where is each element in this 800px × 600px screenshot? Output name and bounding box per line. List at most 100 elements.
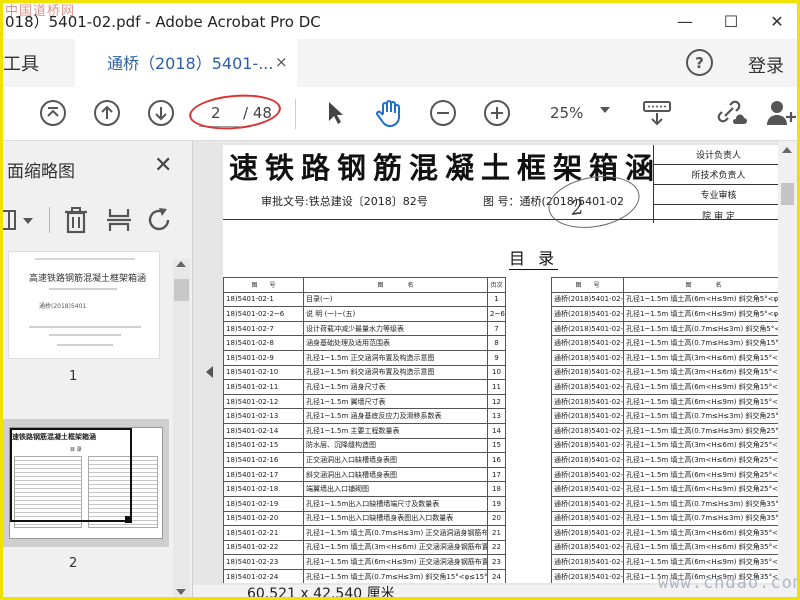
table-cell: 孔径1~1.5m 填土高(3m<H≤6m) 斜交角25°<φ≤35°涵洞涵身 bbox=[623, 452, 783, 468]
doc-rule bbox=[223, 219, 783, 220]
hand-tool-button[interactable] bbox=[373, 97, 405, 129]
tab-document[interactable]: 通桥（2018）5401-... bbox=[75, 39, 297, 87]
thumb-viewport-box[interactable] bbox=[10, 428, 132, 522]
table-cell: 孔径1~1.5m 填土高(0.7m≤H≤3m) 斜交角35°<φ≤45°涵洞涵身 bbox=[623, 510, 783, 527]
table-row: 18)5401-02-15 防水层、沉降缝构造图 15 bbox=[223, 437, 506, 454]
extract-pages-icon[interactable] bbox=[104, 205, 134, 235]
table-cell: 防水层、沉降缝构造图 bbox=[303, 437, 488, 454]
table-row: 通桥(2018)5401-02-32孔径1~1.5m 填土高(3m<H≤6m) … bbox=[551, 349, 783, 366]
panel-scrollbar[interactable] bbox=[173, 259, 190, 597]
options-dropdown-icon[interactable] bbox=[3, 205, 43, 235]
close-button[interactable]: ✕ bbox=[757, 7, 797, 35]
page-thumbnail-2[interactable]: 速铁路钢筋混凝土框架箱涵 目 录 bbox=[9, 427, 163, 539]
table-cell: 通桥(2018)5401-02-41 bbox=[551, 481, 624, 497]
share-link-button[interactable] bbox=[715, 97, 747, 129]
table-cell: 通桥(2018)5401-02-33 bbox=[551, 364, 624, 381]
table-row: 通桥(2018)5401-02-41孔径1~1.5m 填土高(6m<H≤9m) … bbox=[551, 481, 783, 497]
table-cell: 13 bbox=[487, 408, 506, 424]
zoom-out-button[interactable] bbox=[427, 97, 459, 129]
window-title: 018）5401-02.pdf - Adobe Acrobat Pro DC bbox=[5, 13, 321, 31]
trash-icon[interactable] bbox=[61, 205, 91, 235]
page-thumbnail-1[interactable]: 高速铁路钢筋混凝土框架箱涵 通桥(2018)5401 bbox=[8, 251, 160, 359]
toolbar-divider bbox=[295, 99, 296, 129]
table-cell: 正交涵洞出入口缺槽墙身表图 bbox=[303, 452, 488, 468]
table-row: 通桥(2018)5401-02-28孔径1~1.5m 填土高(6m<H≤9m) … bbox=[551, 291, 783, 308]
collapse-panel-icon[interactable] bbox=[206, 366, 213, 378]
table-row: 通桥(2018)5401-02-30孔径1~1.5m 填土高(0.7m≤H≤3m… bbox=[551, 320, 783, 337]
table-cell: 18)5401-02-8 bbox=[223, 335, 304, 351]
table-cell: 通桥(2018)5401-02-47 bbox=[551, 568, 624, 583]
table-cell: 斜交涵洞出入口缺槽墙身表图 bbox=[303, 466, 488, 483]
table-cell: 18)5401-02-15 bbox=[223, 437, 304, 454]
zoom-select[interactable]: 25% bbox=[540, 101, 616, 127]
first-page-button[interactable] bbox=[37, 97, 69, 129]
table-cell: 14 bbox=[487, 422, 506, 439]
chevron-down-icon[interactable] bbox=[600, 107, 610, 113]
table-row: 18)5401-02-10 孔径1~1.5m 斜交涵洞布置及构造示意图 10 bbox=[223, 364, 506, 381]
table-cell: 17 bbox=[487, 466, 506, 483]
table-cell: 说 明 (一)~(五) bbox=[303, 306, 488, 322]
document-scrollbar[interactable] bbox=[778, 141, 797, 585]
table-cell: 18)5401-02-13 bbox=[223, 408, 304, 424]
tab-close-icon[interactable]: × bbox=[275, 53, 288, 71]
table-cell: 22 bbox=[487, 539, 506, 556]
table-row: 18)5401-02-20 孔径1~1.5m出入口缺槽墙身表图出入口数量表 20 bbox=[223, 510, 506, 527]
panel-scroll-thumb[interactable] bbox=[174, 279, 189, 301]
table-cell: 设计荷载冲减少最量水力等级表 bbox=[303, 320, 488, 337]
table-cell: 孔径1~1.5m 正交涵洞布置及构造示意图 bbox=[303, 349, 488, 366]
table-cell: 18)5401-02-11 bbox=[223, 379, 304, 395]
table-row: 18)5401-02-24 孔径1~1.5m 填土高(0.7m≤H≤3m) 斜交角… bbox=[223, 568, 506, 583]
maximize-button[interactable]: ☐ bbox=[711, 7, 751, 35]
table-cell: 19 bbox=[487, 495, 506, 512]
zoom-in-button[interactable] bbox=[481, 97, 513, 129]
table-cell: 7 bbox=[487, 320, 506, 337]
table-cell: 通桥(2018)5401-02-34 bbox=[551, 379, 624, 395]
document-viewer[interactable]: 速铁路钢筋混凝土框架箱涵 审批文号:铁总建设〔2018〕82号 图 号：通桥(2… bbox=[193, 141, 797, 597]
scroll-up-icon[interactable] bbox=[782, 147, 792, 153]
table-row: 18)5401-02-18 端翼墙出入口铺砌图 18 bbox=[223, 481, 506, 497]
tab-bar: 工具 通桥（2018）5401-... × ? 登录 bbox=[3, 39, 797, 87]
table-cell: 孔径1~1.5m 填土高(0.7m≤H≤3m) 斜交角25°<φ≤35°涵洞涵身 bbox=[623, 422, 783, 439]
table-cell: 孔径1~1.5m 填土高(0.7m≤H≤3m) 斜交角5°<φ≤25°涵洞涵身 bbox=[623, 320, 783, 337]
document-scroll-thumb[interactable] bbox=[781, 183, 794, 205]
sign-row: 设计负责人 bbox=[654, 145, 783, 165]
table-cell: 孔径1~1.5m 填土高(3m<H≤6m) 正交涵洞涵身钢筋布置图 bbox=[303, 539, 488, 556]
table-cell: 孔径1~1.5m 涵身尺寸表 bbox=[303, 379, 488, 395]
scroll-down-icon[interactable] bbox=[176, 589, 186, 595]
keyboard-tool-button[interactable] bbox=[641, 97, 673, 129]
panel-close-icon[interactable]: ✕ bbox=[154, 153, 172, 178]
thumb-line bbox=[29, 326, 141, 328]
table-row: 通桥(2018)5401-02-33孔径1~1.5m 填土高(3m<H≤6m) … bbox=[551, 364, 783, 381]
table-row: 18)5401-02-2~6 说 明 (一)~(五) 2~6 bbox=[223, 306, 506, 322]
table-cell: 18)5401-02-24 bbox=[223, 568, 304, 583]
table-cell: 孔径1~1.5m 填土高(6m<H≤9m) 斜交角25°<φ≤35°涵洞涵身 bbox=[623, 481, 783, 497]
table-row: 通桥(2018)5401-02-31孔径1~1.5m 填土高(0.7m≤H≤3m… bbox=[551, 335, 783, 351]
table-cell: 通桥(2018)5401-02-46 bbox=[551, 554, 624, 570]
add-user-button[interactable] bbox=[765, 97, 797, 129]
table-cell: 孔径1~1.5m 主要工程数量表 bbox=[303, 422, 488, 439]
tab-document-label: 通桥（2018）5401-... bbox=[107, 54, 274, 73]
next-page-button[interactable] bbox=[145, 97, 177, 129]
minimize-button[interactable]: — bbox=[665, 7, 705, 35]
tab-tools[interactable]: 工具 bbox=[3, 39, 75, 87]
arrow-down-icon bbox=[148, 100, 174, 126]
table-row: 18)5401-02-9 孔径1~1.5m 正交涵洞布置及构造示意图 9 bbox=[223, 349, 506, 366]
viewport-resize-handle[interactable] bbox=[125, 516, 132, 523]
sign-row: 所技术负责人 bbox=[654, 165, 783, 185]
table-cell: 孔径1~1.5m 填土高(0.7m≤H≤3m) 斜交角25°<φ≤35°涵洞涵身 bbox=[623, 408, 783, 424]
thumbnail-label-2: 2 bbox=[69, 556, 78, 571]
rotate-icon[interactable] bbox=[145, 205, 175, 235]
table-cell: 通桥(2018)5401-02-44 bbox=[551, 525, 624, 541]
app-window: 中国道桥网 018）5401-02.pdf - Adobe Acrobat Pr… bbox=[0, 0, 800, 600]
table-cell: 通桥(2018)5401-02-39 bbox=[551, 452, 624, 468]
table-row: 18)5401-02-16 正交涵洞出入口缺槽墙身表图 16 bbox=[223, 452, 506, 468]
scroll-up-icon[interactable] bbox=[176, 261, 186, 267]
seal-stamp-text: 2 bbox=[569, 194, 586, 220]
prev-page-button[interactable] bbox=[91, 97, 123, 129]
select-tool-button[interactable] bbox=[319, 97, 351, 129]
table-row: 18)5401-02-13 孔径1~1.5m 涵身基底反应力及滑移系数表 13 bbox=[223, 408, 506, 424]
login-button[interactable]: 登录 bbox=[748, 52, 784, 78]
help-icon[interactable]: ? bbox=[686, 49, 713, 76]
table-cell: 孔径1~1.5m 填土高(3m<H≤6m) 斜交角35°<φ≤45°涵洞涵身 bbox=[623, 539, 783, 556]
first-page-icon bbox=[40, 100, 66, 126]
